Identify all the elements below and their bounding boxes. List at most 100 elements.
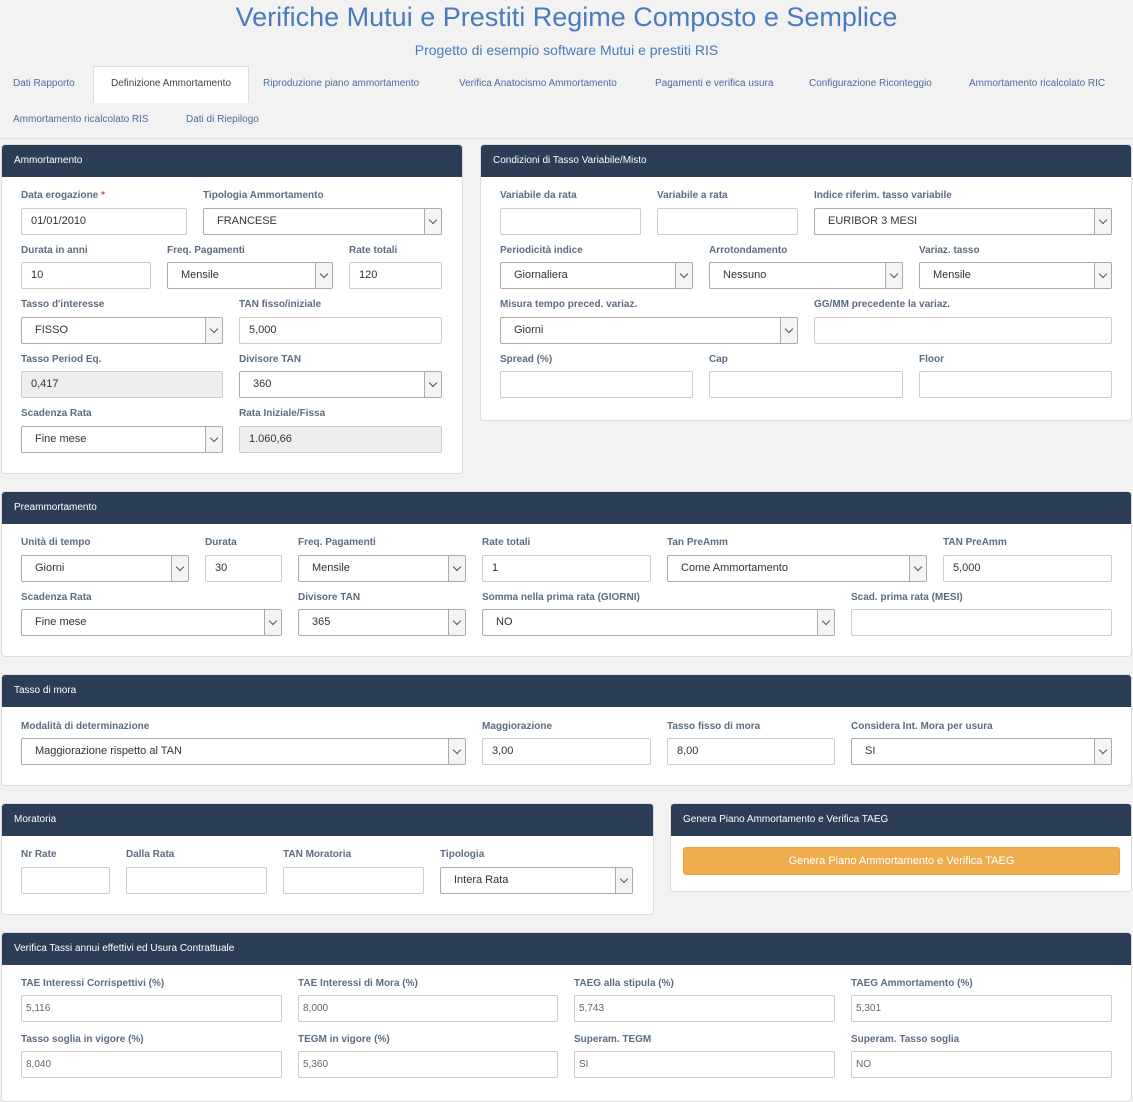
scad-prima-rata-label: Scad. prima rata (MESI) (851, 592, 963, 603)
superam-tegm-input: SI (574, 1051, 835, 1078)
indice-riferimento-label: Indice riferim. tasso variabile (814, 190, 952, 201)
nr-rate-input[interactable] (21, 867, 110, 894)
preamm-divisore-select[interactable]: 365 (298, 609, 466, 636)
gg-mm-precedente-input[interactable] (814, 317, 1112, 344)
superam-soglia-label: Superam. Tasso soglia (851, 1034, 960, 1045)
preamm-rate-input[interactable]: 1 (482, 555, 651, 582)
tan-fisso-input[interactable]: 5,000 (239, 317, 442, 344)
modalita-select[interactable]: Maggiorazione rispetto al TAN (21, 738, 466, 765)
chevron-down-icon (909, 556, 926, 581)
moratoria-tipologia-select[interactable]: Intera Rata (440, 867, 633, 894)
condizioni-tasso-header: Condizioni di Tasso Variabile/Misto (481, 145, 1131, 177)
tan-preamm-select[interactable]: Come Ammortamento (667, 555, 927, 582)
chevron-down-icon (205, 318, 222, 343)
moratoria-tipologia-label: Tipologia (440, 849, 485, 860)
superam-soglia-input: NO (851, 1051, 1112, 1078)
genera-header: Genera Piano Ammortamento e Verifica TAE… (671, 804, 1131, 836)
tab-dati-riepilogo[interactable]: Dati di Riepilogo (186, 103, 259, 139)
tan-moratoria-input[interactable] (283, 867, 424, 894)
chevron-down-icon (615, 868, 632, 893)
chevron-down-icon (1094, 739, 1111, 764)
cap-input[interactable] (709, 371, 903, 398)
periodicita-indice-select[interactable]: Giornaliera (500, 262, 693, 289)
tasso-soglia-input: 8,040 (21, 1051, 282, 1078)
rate-totali-input[interactable]: 120 (349, 262, 442, 289)
tab-ammortamento-ric[interactable]: Ammortamento ricalcolato RIC (969, 67, 1105, 103)
superam-tegm-label: Superam. TEGM (574, 1034, 652, 1045)
tasso-interesse-select[interactable]: FISSO (21, 317, 223, 344)
misura-tempo-label: Misura tempo preced. variaz. (500, 299, 638, 310)
tasso-period-input: 0,417 (21, 371, 223, 398)
spread-input[interactable] (500, 371, 693, 398)
unita-tempo-select[interactable]: Giorni (21, 555, 189, 582)
preamm-durata-input[interactable]: 30 (205, 555, 282, 582)
chevron-down-icon (448, 739, 465, 764)
tipologia-ammortamento-select[interactable]: FRANCESE (203, 208, 442, 235)
indice-riferimento-select[interactable]: EURIBOR 3 MESI (814, 208, 1112, 235)
freq-pagamenti-select[interactable]: Mensile (167, 262, 333, 289)
nr-rate-label: Nr Rate (21, 849, 57, 860)
scad-prima-rata-input[interactable] (851, 609, 1112, 636)
floor-input[interactable] (919, 371, 1112, 398)
considera-mora-label: Considera Int. Mora per usura (851, 721, 993, 732)
tasso-period-label: Tasso Period Eq. (21, 354, 102, 365)
tipologia-ammortamento-label: Tipologia Ammortamento (203, 190, 324, 201)
chevron-down-icon (205, 427, 222, 452)
data-erogazione-input[interactable]: 01/01/2010 (21, 208, 187, 235)
tegm-vigore-input: 5,360 (298, 1051, 558, 1078)
moratoria-header: Moratoria (2, 804, 653, 836)
divisore-tan-select[interactable]: 360 (239, 371, 442, 398)
arrotondamento-label: Arrotondamento (709, 245, 788, 256)
tae-corrispettivi-input: 5,116 (21, 995, 282, 1022)
tan-fisso-label: TAN fisso/iniziale (239, 299, 322, 310)
periodicita-indice-label: Periodicità indice (500, 245, 583, 256)
variaz-tasso-select[interactable]: Mensile (919, 262, 1112, 289)
arrotondamento-select[interactable]: Nessuno (709, 262, 903, 289)
genera-piano-button[interactable]: Genera Piano Ammortamento e Verifica TAE… (683, 847, 1120, 875)
variabile-a-rata-input[interactable] (657, 208, 798, 235)
tab-pagamenti-usura[interactable]: Pagamenti e verifica usura (655, 67, 773, 103)
dalla-rata-input[interactable] (126, 867, 267, 894)
chevron-down-icon (315, 263, 332, 288)
tae-corrispettivi-label: TAE Interessi Corrispettivi (%) (21, 978, 165, 989)
tan-preamm-select-label: Tan PreAmm (667, 537, 728, 548)
preamm-divisore-label: Divisore TAN (298, 592, 361, 603)
variabile-da-rata-input[interactable] (500, 208, 641, 235)
chevron-down-icon (424, 372, 441, 397)
somma-prima-rata-label: Somma nella prima rata (GIORNI) (482, 592, 640, 603)
tab-configurazione-riconteggio[interactable]: Configurazione Riconteggio (809, 67, 932, 103)
chevron-down-icon (1094, 263, 1111, 288)
ammortamento-header: Ammortamento (2, 145, 462, 177)
scadenza-rata-label: Scadenza Rata (21, 408, 92, 419)
tab-definizione-ammortamento[interactable]: Definizione Ammortamento (93, 66, 249, 103)
preamm-freq-select[interactable]: Mensile (298, 555, 466, 582)
tan-moratoria-label: TAN Moratoria (283, 849, 352, 860)
tab-riproduzione-piano[interactable]: Riproduzione piano ammortamento (263, 67, 419, 103)
variaz-tasso-label: Variaz. tasso (919, 245, 980, 256)
rata-iniziale-input: 1.060,66 (239, 426, 442, 453)
tasso-fisso-mora-input[interactable]: 8,00 (667, 738, 835, 765)
tan-preamm-input[interactable]: 5,000 (943, 555, 1112, 582)
preamm-rate-label: Rate totali (482, 537, 531, 548)
tab-verifica-anatocismo[interactable]: Verifica Anatocismo Ammortamento (459, 67, 617, 103)
considera-mora-select[interactable]: SI (851, 738, 1112, 765)
gg-mm-precedente-label: GG/MM precedente la variaz. (814, 299, 951, 310)
dalla-rata-label: Dalla Rata (126, 849, 175, 860)
chevron-down-icon (424, 209, 441, 234)
durata-anni-input[interactable]: 10 (21, 262, 151, 289)
tab-ammortamento-ris[interactable]: Ammortamento ricalcolato RIS (13, 103, 149, 139)
chevron-down-icon (780, 318, 797, 343)
maggiorazione-input[interactable]: 3,00 (482, 738, 651, 765)
variabile-a-rata-label: Variabile a rata (657, 190, 728, 201)
tasso-soglia-label: Tasso soglia in vigore (%) (21, 1034, 144, 1045)
modalita-label: Modalità di determinazione (21, 721, 150, 732)
chevron-down-icon (817, 610, 834, 635)
preamm-scadenza-select[interactable]: Fine mese (21, 609, 282, 636)
freq-pagamenti-label: Freq. Pagamenti (167, 245, 245, 256)
somma-prima-rata-select[interactable]: NO (482, 609, 835, 636)
chevron-down-icon (1094, 209, 1111, 234)
preamm-scadenza-label: Scadenza Rata (21, 592, 92, 603)
misura-tempo-select[interactable]: Giorni (500, 317, 798, 344)
tab-dati-rapporto[interactable]: Dati Rapporto (13, 67, 75, 103)
scadenza-rata-select[interactable]: Fine mese (21, 426, 223, 453)
